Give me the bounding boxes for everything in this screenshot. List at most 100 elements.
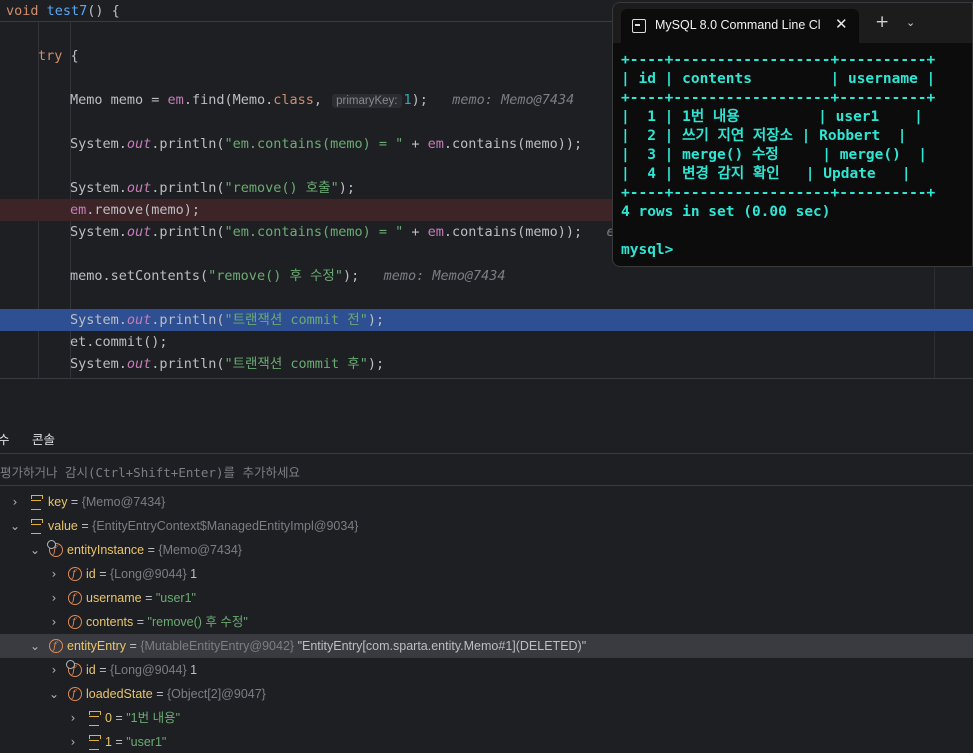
var-name: id [86, 663, 96, 677]
chevron-down-icon[interactable]: ⌄ [29, 634, 41, 658]
var-name: entityEntry [67, 639, 127, 653]
tab-variables[interactable]: 수 [0, 429, 10, 448]
code-text: .contains(memo)); [443, 224, 583, 240]
tree-row-entity-instance[interactable]: ⌄ entityInstance = {Memo@7434} [0, 538, 973, 563]
var-value: "user1" [155, 591, 196, 605]
code-text: , [313, 92, 322, 108]
chevron-right-icon[interactable]: › [48, 562, 60, 586]
mysql-terminal-window[interactable]: MySQL 8.0 Command Line Client ✕ + ⌄ +---… [612, 2, 973, 267]
var-name: key [48, 495, 68, 509]
tree-row-loaded-state[interactable]: ⌄ loadedState = {Object[2]@9047} [0, 682, 973, 707]
field-ref: em [427, 224, 444, 240]
var-name: 0 [105, 711, 112, 725]
terminal-tab-title: MySQL 8.0 Command Line Client [655, 18, 821, 32]
method-name: test7 [46, 3, 88, 19]
code-text: () { [87, 3, 120, 19]
tree-row-value[interactable]: ⌄ value = {EntityEntryContext$ManagedEnt… [0, 514, 973, 538]
field-icon [68, 563, 82, 587]
string-literal: "remove() 호출" [224, 180, 339, 196]
terminal-prompt[interactable]: mysql> [621, 241, 972, 260]
tab-console[interactable]: 콘솔 [32, 429, 55, 448]
var-name: entityInstance [67, 543, 145, 557]
code-text: ); [367, 356, 385, 372]
var-value: "EntityEntry[com.sparta.entity.Memo#1](D… [297, 639, 587, 653]
static-field: out [126, 356, 152, 372]
variable-icon [88, 711, 102, 726]
chevron-down-icon[interactable]: ⌄ [48, 682, 60, 706]
close-icon[interactable]: ✕ [835, 15, 848, 33]
static-field: out [126, 180, 152, 196]
chevron-right-icon[interactable]: › [67, 706, 79, 730]
code-text: + [403, 224, 428, 240]
var-name: loadedState [86, 687, 153, 701]
debugger-toolbar [0, 378, 973, 420]
watch-input[interactable]: 평가하거나 감시(Ctrl+Shift+Enter)를 추가하세요 [0, 455, 973, 486]
field-ref: em [427, 136, 444, 152]
keyword: void [6, 3, 39, 19]
static-field: out [126, 312, 152, 328]
field-ref: em [70, 202, 87, 218]
chevron-down-icon[interactable]: ⌄ [9, 514, 21, 538]
var-value: "user1" [126, 735, 167, 749]
chevron-down-icon[interactable]: ⌄ [29, 538, 41, 562]
code-line-commit-after[interactable]: System.out.println("트랜잭션 commit 후"); [0, 353, 973, 375]
field-ref: em [167, 92, 184, 108]
var-name: username [86, 591, 142, 605]
string-literal: "em.contains(memo) = " [224, 136, 404, 152]
code-line-current-execution[interactable]: System.out.println("트랜잭션 commit 전"); [0, 309, 973, 331]
code-line-commit[interactable]: et.commit(); [0, 331, 973, 353]
terminal-output[interactable]: +----+------------------+----------+ | i… [613, 43, 972, 266]
string-literal: "remove() 후 수정" [208, 268, 343, 284]
code-line-set-contents[interactable]: memo.setContents("remove() 후 수정"); memo:… [0, 265, 973, 287]
code-text: System. [70, 312, 127, 328]
code-text: memo.setContents( [70, 268, 209, 284]
tree-row-username[interactable]: › username = "user1" [0, 586, 973, 611]
code-text: ); [342, 268, 360, 284]
chevron-right-icon[interactable]: › [48, 658, 60, 682]
field-icon [49, 635, 63, 659]
var-type: {Memo@7434} [158, 543, 242, 557]
chevron-down-icon[interactable]: ⌄ [906, 16, 915, 29]
code-text: .remove(memo); [86, 202, 201, 218]
var-type: {Memo@7434} [81, 495, 166, 509]
code-text: .println( [151, 356, 225, 372]
terminal-icon [632, 19, 646, 33]
new-tab-button[interactable]: + [875, 13, 889, 31]
inline-debug-value: memo: Memo@7434 [383, 268, 506, 284]
var-value: 1 [190, 567, 198, 581]
terminal-line: | 1 | 1번 내용 | user1 | [621, 109, 923, 125]
code-text: .println( [151, 312, 225, 328]
variable-icon [30, 519, 44, 534]
var-type: {Long@9044} [109, 567, 187, 581]
chevron-right-icon[interactable]: › [67, 730, 79, 753]
chevron-right-icon[interactable]: › [48, 610, 60, 634]
inline-debug-value: memo: Memo@7434 [452, 92, 575, 108]
debugger-panel: 수 콘솔 평가하거나 감시(Ctrl+Shift+Enter)를 추가하세요 ›… [0, 378, 973, 753]
code-text: .println( [151, 180, 225, 196]
tree-row-id[interactable]: › id = {Long@9044} 1 [0, 562, 973, 587]
tree-row-key[interactable]: › key = {Memo@7434} [0, 490, 973, 514]
field-icon [68, 683, 82, 707]
tree-row-id[interactable]: › id = {Long@9044} 1 [0, 658, 973, 683]
terminal-line: +----+------------------+----------+ [621, 185, 936, 201]
chevron-right-icon[interactable]: › [48, 586, 60, 610]
tree-row-array-item[interactable]: › 0 = "1번 내용" [0, 706, 973, 730]
terminal-line: 4 rows in set (0.00 sec) [621, 204, 831, 220]
tree-row-array-item[interactable]: › 1 = "user1" [0, 730, 973, 753]
number-literal: 1 [403, 92, 412, 108]
static-field: out [126, 224, 152, 240]
var-type: {EntityEntryContext$ManagedEntityImpl@90… [92, 519, 359, 533]
var-type: {MutableEntityEntry@9042} [140, 639, 295, 653]
code-text: { [62, 48, 79, 64]
code-text: System. [70, 356, 127, 372]
code-text: .find(Memo. [183, 92, 274, 108]
tree-row-entity-entry[interactable]: ⌄ entityEntry = {MutableEntityEntry@9042… [0, 634, 973, 659]
code-text: ); [411, 92, 428, 108]
field-icon [68, 587, 82, 611]
var-value: "1번 내용" [126, 711, 181, 725]
tree-row-contents[interactable]: › contents = "remove() 후 수정" [0, 610, 973, 635]
chevron-right-icon[interactable]: › [9, 490, 21, 514]
terminal-tab[interactable]: MySQL 8.0 Command Line Client ✕ [621, 9, 859, 43]
var-name: 1 [105, 735, 112, 749]
